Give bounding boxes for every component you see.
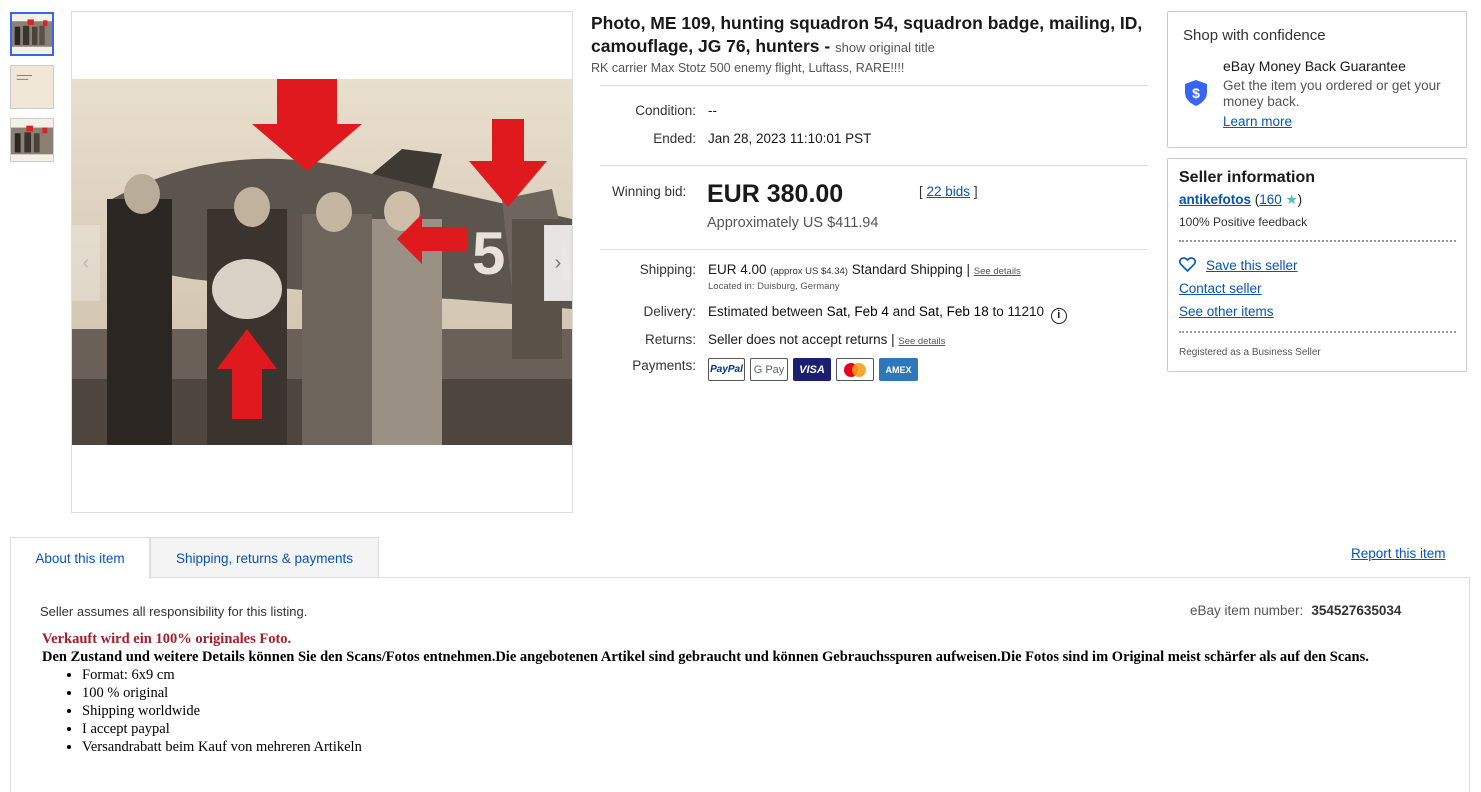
divider bbox=[1179, 240, 1456, 242]
list-item: Versandrabatt beim Kauf von mehreren Art… bbox=[82, 738, 1422, 756]
winning-bid-approx: Approximately US $411.94 bbox=[707, 215, 879, 231]
visa-icon: VISA bbox=[793, 358, 831, 381]
returns-see-details-link[interactable]: See details bbox=[898, 336, 945, 347]
report-item-link[interactable]: Report this item bbox=[1351, 546, 1446, 561]
thumbnail-3[interactable] bbox=[10, 118, 54, 162]
bid-history-link[interactable]: 22 bids bbox=[927, 184, 971, 199]
money-back-text: Get the item you ordered or get your mon… bbox=[1223, 78, 1441, 109]
divider bbox=[600, 165, 1148, 166]
svg-text:5: 5 bbox=[472, 220, 505, 287]
info-icon[interactable]: i bbox=[1050, 308, 1067, 324]
bid-count: [ 22 bids ] bbox=[919, 184, 978, 199]
item-photo: 5 bbox=[72, 79, 572, 445]
seller-name-link[interactable]: antikefotos bbox=[1179, 192, 1251, 207]
divider bbox=[600, 249, 1148, 250]
list-item: I accept paypal bbox=[82, 720, 1422, 738]
divider bbox=[600, 85, 1148, 86]
winning-bid-price: EUR 380.00 bbox=[707, 180, 844, 208]
shipping-approx: (approx US $4.34) bbox=[770, 266, 848, 277]
seller-information-panel: Seller information antikefotos (160 ★) 1… bbox=[1167, 158, 1467, 372]
winning-bid-label: Winning bid: bbox=[612, 184, 687, 199]
shield-icon: $ bbox=[1185, 80, 1207, 106]
delivery-row: Delivery: Estimated between Sat, Feb 4 a… bbox=[590, 304, 1067, 324]
seller-responsibility-note: Seller assumes all responsibility for th… bbox=[40, 604, 308, 619]
save-seller-link[interactable]: Save this seller bbox=[1179, 257, 1298, 273]
returns-row: Returns: Seller does not accept returns … bbox=[644, 332, 946, 347]
panel-title: Seller information bbox=[1179, 169, 1316, 186]
thumbnail-1[interactable] bbox=[10, 12, 54, 56]
shop-with-confidence-panel: Shop with confidence $ eBay Money Back G… bbox=[1167, 11, 1467, 148]
item-description: Verkauft wird ein 100% originales Foto. … bbox=[42, 630, 1422, 756]
tab-shipping-returns-payments[interactable]: Shipping, returns & payments bbox=[150, 537, 379, 578]
description-body: Den Zustand und weitere Details können S… bbox=[42, 649, 1369, 665]
condition-row: Condition: -- bbox=[635, 103, 717, 118]
description-bullets: Format: 6x9 cm 100 % original Shipping w… bbox=[82, 666, 1422, 756]
thumbnail-strip bbox=[10, 12, 56, 171]
svg-text:$: $ bbox=[1192, 85, 1200, 101]
payments-row: Payments: PayPal G Pay VISA AMEX bbox=[590, 358, 918, 381]
positive-feedback: 100% Positive feedback bbox=[1179, 215, 1308, 229]
shipping-method: Standard Shipping | bbox=[851, 262, 974, 277]
delivery-estimate: Estimated between Sat, Feb 4 and Sat, Fe… bbox=[708, 304, 1067, 324]
shipping-see-details-link[interactable]: See details bbox=[974, 266, 1021, 277]
item-location: Located in: Duisburg, Germany bbox=[708, 281, 840, 292]
shipping-price: EUR 4.00 bbox=[708, 262, 767, 277]
divider bbox=[1179, 331, 1456, 333]
list-item: 100 % original bbox=[82, 684, 1422, 702]
feedback-score-link[interactable]: 160 bbox=[1259, 192, 1282, 207]
paypal-icon: PayPal bbox=[708, 358, 745, 381]
tab-about-this-item[interactable]: About this item bbox=[10, 537, 150, 579]
list-item: Shipping worldwide bbox=[82, 702, 1422, 720]
thumbnail-2[interactable] bbox=[10, 65, 54, 109]
item-subtitle: RK carrier Max Stotz 500 enemy flight, L… bbox=[591, 61, 905, 75]
ended-row: Ended: Jan 28, 2023 11:10:01 PST bbox=[653, 131, 872, 146]
description-headline: Verkauft wird ein 100% originales Foto. bbox=[42, 631, 292, 647]
amex-icon: AMEX bbox=[879, 358, 918, 381]
google-pay-icon: G Pay bbox=[750, 358, 788, 381]
mastercard-icon bbox=[836, 358, 874, 381]
contact-seller-link[interactable]: Contact seller bbox=[1179, 281, 1262, 296]
item-number: eBay item number: 354527635034 bbox=[1190, 603, 1402, 618]
main-image-viewer[interactable]: 5 ‹ › bbox=[71, 11, 573, 513]
next-image-button[interactable]: › bbox=[544, 225, 572, 301]
item-title-area: Photo, ME 109, hunting squadron 54, squa… bbox=[591, 12, 1151, 75]
heart-icon bbox=[1179, 257, 1196, 272]
star-icon: ★ bbox=[1285, 192, 1298, 207]
shipping-row: Shipping: EUR 4.00 (approx US $4.34) Sta… bbox=[639, 262, 1021, 292]
seller-name-line: antikefotos (160 ★) bbox=[1179, 192, 1303, 207]
see-other-items-link[interactable]: See other items bbox=[1179, 304, 1274, 319]
show-original-title-link[interactable]: show original title bbox=[835, 40, 935, 55]
chevron-right-icon: › bbox=[554, 251, 562, 274]
learn-more-link[interactable]: Learn more bbox=[1223, 114, 1292, 129]
panel-title: Shop with confidence bbox=[1183, 27, 1326, 44]
previous-image-button[interactable]: ‹ bbox=[72, 225, 100, 301]
item-title: Photo, ME 109, hunting squadron 54, squa… bbox=[591, 13, 1143, 56]
money-back-heading: eBay Money Back Guarantee bbox=[1223, 58, 1406, 74]
business-seller-note: Registered as a Business Seller bbox=[1179, 347, 1321, 358]
list-item: Format: 6x9 cm bbox=[82, 666, 1422, 684]
